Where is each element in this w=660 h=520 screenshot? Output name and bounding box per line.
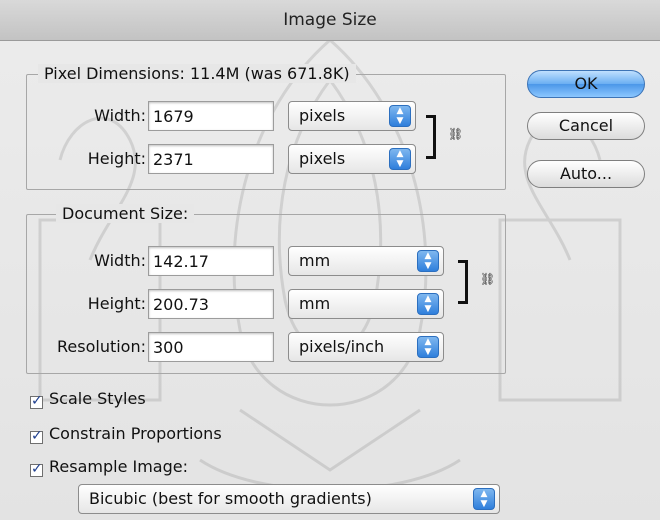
doc-height-unit: mm [299,294,331,313]
resolution-label: Resolution: [57,337,146,356]
stepper-icon: ▲ ▼ [389,105,411,127]
cancel-button[interactable]: Cancel [527,112,645,140]
doc-width-unit-select[interactable]: mm ▲ ▼ [288,246,444,276]
checkmark-icon: ✓ [30,461,43,477]
scale-styles-label: Scale Styles [49,389,146,408]
chain-link-icon: ⛓ [480,272,496,286]
stepper-icon: ▲ ▼ [417,336,439,358]
doc-height-label: Height: [87,294,146,313]
doc-height-field[interactable]: 200.73 [148,289,274,319]
pixel-width-field[interactable]: 1679 [148,101,274,131]
doc-width-field[interactable]: 142.17 [148,246,274,276]
pixel-height-field[interactable]: 2371 [148,144,274,174]
auto-button[interactable]: Auto... [527,160,645,188]
window-titlebar[interactable]: Image Size [0,0,660,41]
resample-image-checkbox[interactable]: ✓ Resample Image: [30,457,188,477]
pixel-height-unit: pixels [299,149,346,168]
image-size-dialog: Image Size Pixel Dimensions: 11.4M (was … [0,0,660,520]
checkmark-icon: ✓ [30,393,43,409]
window-title: Image Size [283,10,377,30]
stepper-icon: ▲ ▼ [473,488,495,510]
resample-method-select[interactable]: Bicubic (best for smooth gradients) ▲ ▼ [78,484,500,514]
pixel-dimensions-title: Pixel Dimensions: 11.4M (was 671.8K) [38,64,356,83]
stepper-icon: ▲ ▼ [417,250,439,272]
constrain-proportions-label: Constrain Proportions [49,424,222,443]
scale-styles-checkbox[interactable]: ✓ Scale Styles [30,389,146,409]
resolution-unit: pixels/inch [299,337,385,356]
pixel-link-bracket [426,115,436,159]
pixel-width-unit-select[interactable]: pixels ▲ ▼ [288,101,416,131]
pixel-width-label: Width: [94,106,146,125]
document-size-title: Document Size: [56,204,195,223]
resolution-field[interactable]: 300 [148,332,274,362]
doc-link-bracket [458,260,468,304]
pixel-height-label: Height: [87,149,146,168]
resample-method-value: Bicubic (best for smooth gradients) [89,489,372,508]
stepper-icon: ▲ ▼ [389,148,411,170]
doc-width-label: Width: [94,251,146,270]
resolution-unit-select[interactable]: pixels/inch ▲ ▼ [288,332,444,362]
pixel-height-unit-select[interactable]: pixels ▲ ▼ [288,144,416,174]
checkmark-icon: ✓ [30,428,43,444]
doc-width-unit: mm [299,251,331,270]
pixel-width-unit: pixels [299,106,346,125]
constrain-proportions-checkbox[interactable]: ✓ Constrain Proportions [30,424,222,444]
stepper-icon: ▲ ▼ [417,293,439,315]
doc-height-unit-select[interactable]: mm ▲ ▼ [288,289,444,319]
ok-button[interactable]: OK [527,70,645,98]
chain-link-icon: ⛓ [448,127,464,141]
resample-image-label: Resample Image: [49,457,188,476]
